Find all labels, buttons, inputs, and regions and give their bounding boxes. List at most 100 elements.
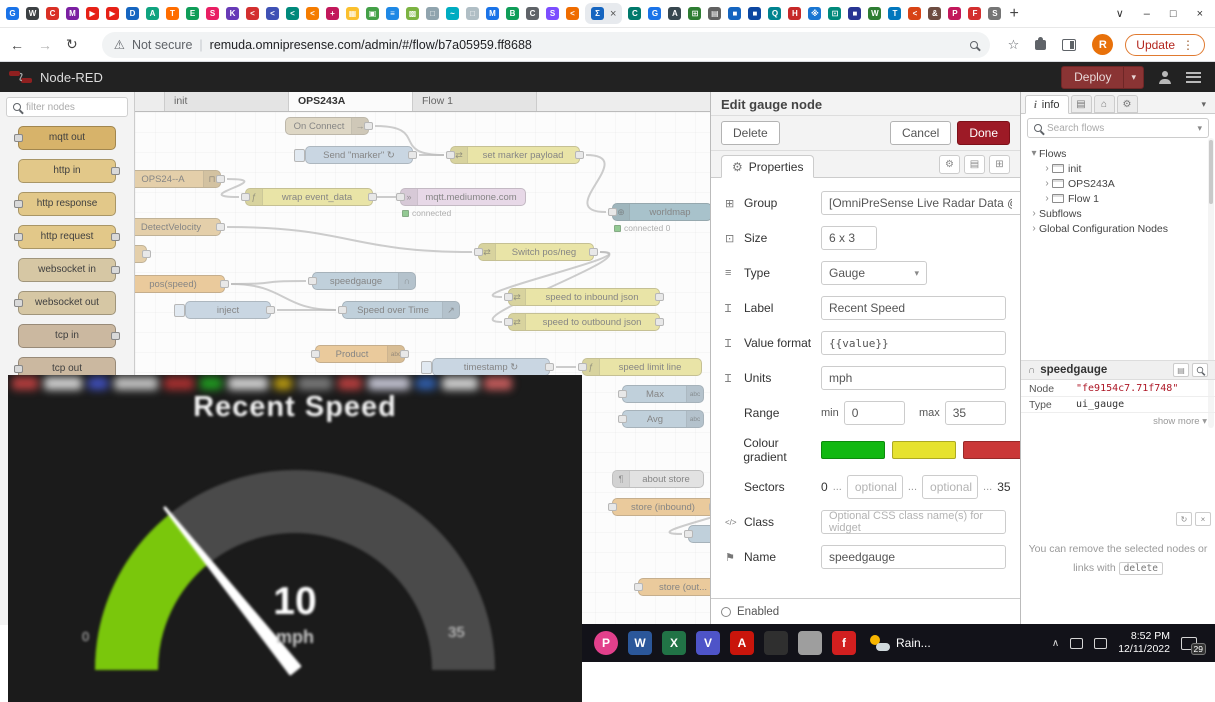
app-p-icon[interactable]: P [594, 631, 618, 655]
excel-icon[interactable]: X [662, 631, 686, 655]
sector-input-1[interactable]: optional [847, 475, 903, 499]
browser-tab[interactable]: □ [466, 7, 479, 20]
class-input[interactable]: Optional CSS class name(s) for widget [821, 510, 1006, 534]
palette-node[interactable]: tcp in [18, 324, 116, 348]
node-port-input[interactable] [14, 299, 23, 307]
canvas-node[interactable]: »mqtt.mediumone.com [400, 188, 526, 206]
units-input[interactable]: mph [821, 366, 1006, 390]
refresh-icon[interactable]: ↻ [1176, 512, 1192, 526]
word-icon[interactable]: W [628, 631, 652, 655]
tab-search-icon[interactable]: ∨ [1116, 7, 1124, 20]
update-button[interactable]: Update ⋮ [1125, 34, 1205, 56]
node-port-input[interactable] [14, 134, 23, 142]
inject-button[interactable] [421, 361, 432, 374]
node-settings-icon[interactable]: ⚙ [939, 155, 960, 174]
show-more-link[interactable]: show more ▾ [1153, 416, 1207, 427]
cancel-button[interactable]: Cancel [890, 121, 951, 145]
node-port-input[interactable] [578, 363, 587, 371]
node-port-input[interactable] [14, 200, 23, 208]
type-select[interactable]: Gauge ▾ [821, 261, 927, 285]
canvas-node[interactable]: ∩speedgauge [312, 272, 416, 290]
node-port-output[interactable] [111, 266, 120, 274]
workspace-tab[interactable]: OPS243A [289, 92, 413, 111]
back-icon[interactable]: ← [10, 37, 24, 53]
reload-icon[interactable]: ↻ [66, 36, 78, 53]
workspace-tab[interactable]: init [165, 92, 289, 111]
palette-node[interactable]: websocket in [18, 258, 116, 282]
palette-node[interactable]: mqtt out [18, 126, 116, 150]
zoom-icon[interactable] [970, 41, 978, 49]
tree-item[interactable]: ›init [1021, 161, 1215, 176]
node-port-input[interactable] [308, 277, 317, 285]
browser-tab[interactable]: ⊞ [688, 7, 701, 20]
address-bar[interactable]: ⚠ Not secure | remuda.omnipresense.com/a… [102, 32, 990, 58]
node-info-search-icon[interactable] [1192, 363, 1208, 377]
maximize-icon[interactable]: □ [1170, 8, 1177, 20]
profile-avatar[interactable]: R [1092, 34, 1113, 55]
inject-button[interactable] [294, 149, 305, 162]
browser-tab[interactable]: < [306, 7, 319, 20]
browser-tab[interactable]: B [506, 7, 519, 20]
app-v-icon[interactable]: V [696, 631, 720, 655]
node-port-output[interactable] [216, 223, 225, 231]
gradient-swatch[interactable] [821, 441, 885, 459]
app-f-icon[interactable]: f [832, 631, 856, 655]
browser-tab[interactable]: E [186, 7, 199, 20]
inject-button[interactable] [174, 304, 185, 317]
browser-tab[interactable]: A [668, 7, 681, 20]
palette-node[interactable]: http response [18, 192, 116, 216]
canvas-node[interactable]: pos(speed) [135, 275, 225, 293]
browser-tab[interactable]: ▤ [708, 7, 721, 20]
node-port-input[interactable] [608, 208, 617, 216]
forward-icon[interactable]: → [38, 37, 52, 53]
node-port-input[interactable] [474, 248, 483, 256]
browser-tab[interactable]: ■ [728, 7, 741, 20]
dashboard-tab-icon[interactable]: ⌂ [1094, 95, 1115, 113]
node-port-output[interactable] [545, 363, 554, 371]
search-flows-input[interactable]: Search flows ▾ [1027, 118, 1209, 138]
tree-item[interactable]: ›Subflows [1021, 206, 1215, 221]
bookmark-star-icon[interactable]: ☆ [1008, 37, 1020, 53]
browser-tab[interactable]: ▣ [366, 7, 379, 20]
gradient-swatch[interactable] [892, 441, 956, 459]
canvas-node[interactable]: ⊓OPS24--A [135, 170, 221, 188]
canvas-node[interactable]: store (inbound) [612, 498, 710, 516]
canvas-node[interactable]: →On Connect [285, 117, 369, 135]
canvas-node[interactable]: timestamp ↻ [432, 358, 550, 376]
gradient-swatch[interactable] [963, 441, 1027, 459]
close-help-icon[interactable]: × [1195, 512, 1211, 526]
tab-close-icon[interactable]: × [610, 8, 616, 20]
palette-node[interactable]: http request [18, 225, 116, 249]
node-port-output[interactable] [655, 293, 664, 301]
browser-tab[interactable]: ▶ [86, 7, 99, 20]
canvas-node[interactable]: abcProduct [315, 345, 405, 363]
browser-tab[interactable]: < [246, 7, 259, 20]
canvas-node[interactable]: ⊕worldmap [612, 203, 710, 221]
minimize-icon[interactable]: – [1144, 8, 1150, 20]
tree-item[interactable]: ›Flow 1 [1021, 191, 1215, 206]
canvas-node[interactable]: inject [185, 301, 271, 319]
weather-widget[interactable]: Rain... [870, 635, 931, 651]
browser-tab[interactable]: M [486, 7, 499, 20]
palette-node[interactable]: websocket out [18, 291, 116, 315]
window-close-icon[interactable]: × [1197, 8, 1203, 20]
label-input[interactable]: Recent Speed [821, 296, 1006, 320]
browser-tab[interactable]: H [788, 7, 801, 20]
appearance-icon[interactable]: ⊞ [989, 155, 1010, 174]
description-icon[interactable]: ▤ [964, 155, 985, 174]
node-port-output[interactable] [220, 280, 229, 288]
node-port-output[interactable] [111, 332, 120, 340]
node-port-input[interactable] [338, 306, 347, 314]
node-port-output[interactable] [364, 122, 373, 130]
browser-tab[interactable]: ≡ [386, 7, 399, 20]
tree-item[interactable]: ›OPS243A [1021, 176, 1215, 191]
node-port-output[interactable] [111, 233, 120, 241]
tab-properties[interactable]: ⚙ Properties [721, 155, 814, 178]
acrobat-icon[interactable]: A [730, 631, 754, 655]
size-button[interactable]: 6 x 3 [821, 226, 877, 250]
user-icon[interactable] [1158, 71, 1172, 84]
node-port-output[interactable] [400, 350, 409, 358]
browser-tab[interactable]: M [66, 7, 79, 20]
node-port-input[interactable] [608, 503, 617, 511]
browser-tab[interactable]: C [628, 7, 641, 20]
